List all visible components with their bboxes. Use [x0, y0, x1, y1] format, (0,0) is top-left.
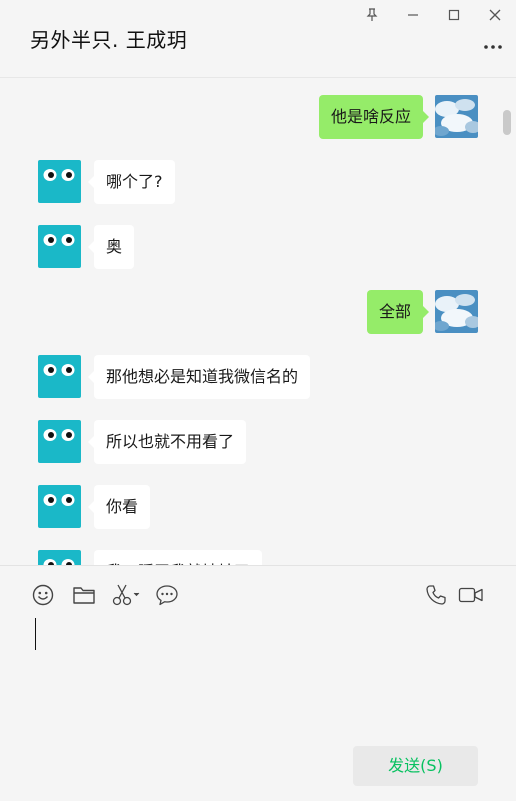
phone-icon[interactable] [423, 582, 449, 608]
video-icon[interactable] [457, 582, 485, 608]
chat-title: 另外半只. 王成玥 [30, 28, 188, 52]
maximize-icon[interactable] [434, 0, 474, 30]
message-bubble-incoming[interactable]: 哪个了? [88, 160, 175, 204]
send-button[interactable]: 发送(S) [353, 746, 478, 786]
chat-bubble-icon[interactable] [154, 582, 180, 608]
contact-avatar[interactable] [38, 485, 81, 528]
message-bubble-incoming[interactable]: 奥 [87, 225, 135, 269]
pin-icon[interactable] [352, 0, 392, 30]
close-icon[interactable] [475, 0, 515, 30]
folder-icon[interactable] [71, 582, 97, 608]
contact-avatar[interactable] [38, 355, 81, 398]
message-bubble-incoming[interactable]: 我一瞬无我就地址了 [94, 550, 263, 565]
contact-avatar[interactable] [38, 160, 81, 203]
contact-avatar[interactable] [38, 225, 81, 268]
contact-avatar[interactable] [38, 550, 81, 565]
message-list[interactable]: 他是啥反应 哪个了? 奥 全部 那他想必是知道我微信名的 所以也就不用看了 你看 [0, 78, 516, 565]
message-scrollbar[interactable] [503, 110, 511, 135]
composer: 发送(S) [0, 565, 516, 801]
scissors-icon[interactable] [110, 582, 142, 608]
minimize-icon[interactable] [393, 0, 433, 30]
emoji-icon[interactable] [30, 582, 56, 608]
chat-window: 另外半只. 王成玥 他是啥反应 哪个了? 奥 全部 那他想必是知道我微信名的 所… [0, 0, 516, 801]
message-bubble-outgoing[interactable]: 他是啥反应 [318, 95, 430, 139]
message-bubble-incoming[interactable]: 你看 [87, 485, 151, 529]
message-bubble-incoming[interactable]: 那他想必是知道我微信名的 [87, 355, 311, 399]
my-avatar[interactable] [435, 95, 478, 138]
more-icon[interactable] [482, 38, 504, 56]
contact-avatar[interactable] [38, 420, 81, 463]
message-input-caret[interactable] [35, 618, 36, 650]
title-bar: 另外半只. 王成玥 [0, 0, 516, 78]
message-bubble-outgoing[interactable]: 全部 [366, 290, 430, 334]
my-avatar[interactable] [435, 290, 478, 333]
message-bubble-incoming[interactable]: 所以也就不用看了 [87, 420, 247, 464]
